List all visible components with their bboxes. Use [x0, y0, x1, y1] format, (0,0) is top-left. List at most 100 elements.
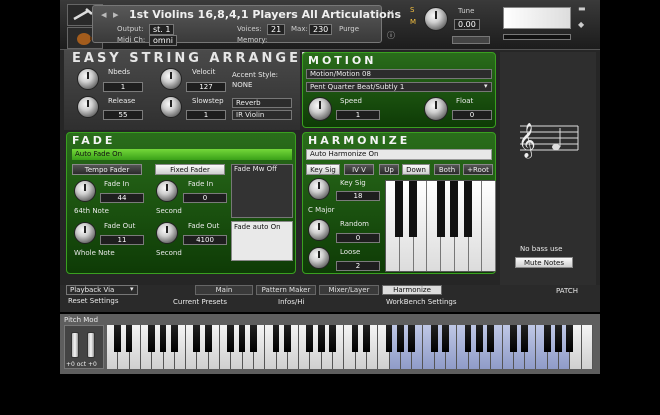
loose-value[interactable]: 2: [336, 261, 380, 271]
minimize-icon[interactable]: ▬: [578, 4, 586, 13]
key-sig-value[interactable]: 18: [336, 191, 380, 201]
piano-black-key[interactable]: [362, 325, 370, 352]
tune-knob[interactable]: [424, 7, 448, 31]
harmonize-white-key[interactable]: [482, 181, 496, 271]
release-knob[interactable]: [77, 96, 99, 118]
nbeds-knob[interactable]: [77, 68, 99, 90]
harmonize-black-key[interactable]: [464, 181, 472, 237]
piano-black-key[interactable]: [464, 325, 472, 352]
close-icon[interactable]: ✕: [387, 9, 395, 19]
auto-fade-toggle[interactable]: Auto Fade On: [72, 149, 292, 160]
piano-black-key[interactable]: [272, 325, 280, 352]
motion-pattern-dropdown[interactable]: Pent Quarter Beat/Subtly 1: [306, 82, 492, 92]
octave-label[interactable]: +0 oct +0: [66, 361, 97, 368]
next-instrument-icon[interactable]: ▸: [113, 8, 119, 21]
piano-black-key[interactable]: [170, 325, 178, 352]
fade-mw-toggle[interactable]: Fade Mw Off: [234, 165, 277, 173]
random-value[interactable]: 0: [336, 233, 380, 243]
piano-black-key[interactable]: [329, 325, 336, 352]
piano-black-key[interactable]: [351, 325, 359, 352]
info-icon[interactable]: ⓘ: [387, 30, 395, 41]
velocity-value[interactable]: 127: [186, 82, 226, 92]
tab-pattern-maker[interactable]: Pattern Maker: [256, 285, 316, 295]
piano-black-key[interactable]: [148, 325, 156, 352]
piano-black-key[interactable]: [509, 325, 517, 352]
key-sig-button[interactable]: Key Sig: [306, 164, 340, 175]
piano-black-key[interactable]: [317, 325, 325, 352]
piano-black-key[interactable]: [306, 325, 314, 352]
reset-settings-button[interactable]: Reset Settings: [68, 297, 119, 305]
tab-harmonize[interactable]: Harmonize: [382, 285, 442, 295]
instrument-name[interactable]: 1st Violins 16,8,4,1 Players All Articul…: [129, 8, 401, 21]
tempo-fader-button[interactable]: Tempo Fader: [72, 164, 142, 175]
piano-black-key[interactable]: [521, 325, 528, 352]
fade-out-value[interactable]: 11: [100, 235, 144, 245]
midi-channel-select[interactable]: omni: [149, 35, 177, 46]
preset-chevron-icon[interactable]: ▾: [130, 285, 134, 293]
piano-black-key[interactable]: [159, 325, 167, 352]
down-button[interactable]: Down: [402, 164, 430, 175]
release-value[interactable]: 55: [103, 110, 143, 120]
tab-main[interactable]: Main: [195, 285, 253, 295]
output-select[interactable]: st. 1: [149, 24, 175, 35]
accent-style-value[interactable]: NONE: [232, 81, 252, 89]
piano-black-key[interactable]: [249, 325, 257, 352]
infos-button[interactable]: Infos/Hi: [278, 298, 304, 306]
solo-button[interactable]: S: [410, 6, 414, 14]
piano-black-key[interactable]: [566, 325, 574, 352]
purge-button[interactable]: Purge: [339, 25, 359, 33]
max-voices-value[interactable]: 230: [309, 24, 333, 35]
piano-black-key[interactable]: [487, 325, 495, 352]
tab-mixer-layer[interactable]: Mixer/Layer: [319, 285, 379, 295]
fade-out-seconds-value[interactable]: 4100: [183, 235, 227, 245]
harmonize-black-key[interactable]: [395, 181, 403, 237]
piano-black-key[interactable]: [476, 325, 483, 352]
current-presets-button[interactable]: Current Presets: [173, 298, 227, 306]
fade-in-seconds-knob[interactable]: [156, 180, 178, 202]
iv-v-button[interactable]: IV V: [344, 164, 374, 175]
piano-black-key[interactable]: [555, 325, 562, 352]
speed-value[interactable]: 1: [336, 110, 380, 120]
root-button[interactable]: +Root: [463, 164, 493, 175]
both-button[interactable]: Both: [434, 164, 460, 175]
slowstep-value[interactable]: 1: [186, 110, 226, 120]
preset-dropdown[interactable]: Playback Via: [66, 285, 138, 295]
piano-black-key[interactable]: [385, 325, 393, 352]
loose-knob[interactable]: [308, 247, 330, 269]
harmonize-black-key[interactable]: [409, 181, 417, 237]
auto-harmonize-toggle[interactable]: Auto Harmonize On: [306, 149, 492, 160]
mute-notes-button[interactable]: Mute Notes: [515, 257, 573, 268]
reverb-select[interactable]: IR Violin: [232, 110, 292, 120]
piano-black-key[interactable]: [442, 325, 449, 352]
random-knob[interactable]: [308, 219, 330, 241]
fade-in-knob[interactable]: [74, 180, 96, 202]
prev-instrument-icon[interactable]: ◂: [101, 8, 107, 21]
harmonize-black-key[interactable]: [437, 181, 445, 237]
harmonize-keyboard[interactable]: [385, 180, 496, 272]
chevron-down-icon[interactable]: ▾: [484, 82, 488, 90]
piano-black-key[interactable]: [125, 325, 133, 352]
motion-preset-dropdown[interactable]: Motion/Motion 08: [306, 69, 492, 79]
fade-in-seconds-value[interactable]: 0: [183, 193, 227, 203]
nbeds-value[interactable]: 1: [103, 82, 143, 92]
fade-out-knob[interactable]: [74, 222, 96, 244]
pitch-wheel[interactable]: [71, 332, 79, 358]
piano-black-key[interactable]: [193, 325, 201, 352]
piano-black-key[interactable]: [227, 325, 235, 352]
mute-button[interactable]: M: [410, 18, 416, 26]
mod-wheel[interactable]: [87, 332, 95, 358]
key-sig-knob[interactable]: [308, 178, 330, 200]
pan-slider[interactable]: [452, 36, 490, 44]
piano-black-key[interactable]: [204, 325, 212, 352]
piano-black-key[interactable]: [114, 325, 122, 352]
workbench-settings-button[interactable]: WorkBench Settings: [386, 298, 457, 306]
slowstep-knob[interactable]: [160, 96, 182, 118]
piano-white-key[interactable]: [581, 325, 593, 369]
piano-keyboard[interactable]: [107, 325, 593, 369]
fade-auto-toggle[interactable]: Fade auto On: [234, 223, 281, 231]
float-knob[interactable]: [424, 97, 448, 121]
piano-black-key[interactable]: [238, 325, 246, 352]
fade-in-value[interactable]: 44: [100, 193, 144, 203]
piano-black-key[interactable]: [283, 325, 291, 352]
fixed-fader-button[interactable]: Fixed Fader: [155, 164, 225, 175]
